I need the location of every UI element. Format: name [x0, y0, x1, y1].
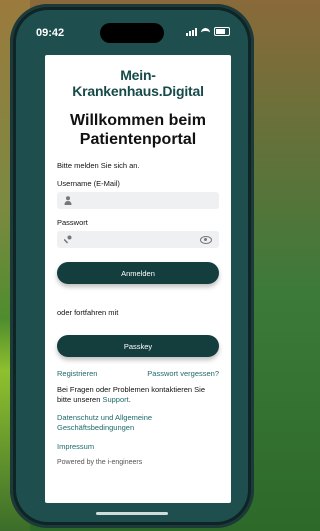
username-field[interactable]: [57, 192, 219, 209]
signal-icon: [186, 27, 197, 36]
privacy-link-line-2: Geschäftsbedingungen: [57, 423, 135, 432]
help-text: Bei Fragen oder Problemen kontaktieren S…: [57, 385, 219, 405]
help-text-suffix: .: [128, 395, 131, 404]
powered-by: Powered by the i-engineers: [57, 459, 143, 466]
key-icon: [64, 235, 72, 244]
brand-title: Mein-Krankenhaus.Digital: [72, 67, 204, 99]
forgot-password-link[interactable]: Passwort vergessen?: [147, 369, 219, 378]
login-prompt: Bitte melden Sie sich an.: [57, 161, 140, 170]
passkey-button[interactable]: Passkey: [57, 335, 219, 357]
phone-frame: 09:42 Mein-Krankenhaus.Digital Willkomme…: [10, 4, 254, 528]
battery-icon: [214, 27, 230, 36]
help-text-body: Bei Fragen oder Problemen kontaktieren S…: [57, 385, 206, 404]
person-icon: [64, 196, 72, 205]
wifi-icon: [201, 28, 210, 35]
welcome-line-1: Willkommen beim: [70, 112, 206, 129]
privacy-link-line-1: Datenschutz und Allgemeine: [57, 413, 153, 422]
status-icons: [186, 27, 230, 36]
page-title: Willkommen beim Patientenportal: [57, 111, 219, 149]
support-link[interactable]: Support: [102, 395, 128, 404]
home-indicator[interactable]: [96, 512, 168, 515]
status-time: 09:42: [36, 27, 65, 39]
account-links: Registrieren Passwort vergessen?: [57, 369, 219, 378]
password-field[interactable]: [57, 231, 219, 248]
login-button[interactable]: Anmelden: [57, 262, 219, 284]
alt-login-text: oder fortfahren mit: [57, 308, 119, 317]
eye-icon[interactable]: [200, 236, 212, 244]
phone-screen: 09:42 Mein-Krankenhaus.Digital Willkomme…: [16, 10, 248, 522]
imprint-link[interactable]: Impressum: [57, 442, 219, 452]
privacy-terms-link[interactable]: Datenschutz und Allgemeine Geschäftsbedi…: [57, 413, 219, 433]
status-bar: 09:42: [16, 10, 248, 50]
login-card: Mein-Krankenhaus.Digital Willkommen beim…: [45, 55, 231, 503]
dynamic-island: [100, 23, 164, 43]
username-label: Username (E-Mail): [57, 179, 120, 188]
welcome-line-2: Patientenportal: [79, 131, 197, 148]
register-link[interactable]: Registrieren: [57, 369, 97, 378]
password-label: Passwort: [57, 218, 88, 227]
